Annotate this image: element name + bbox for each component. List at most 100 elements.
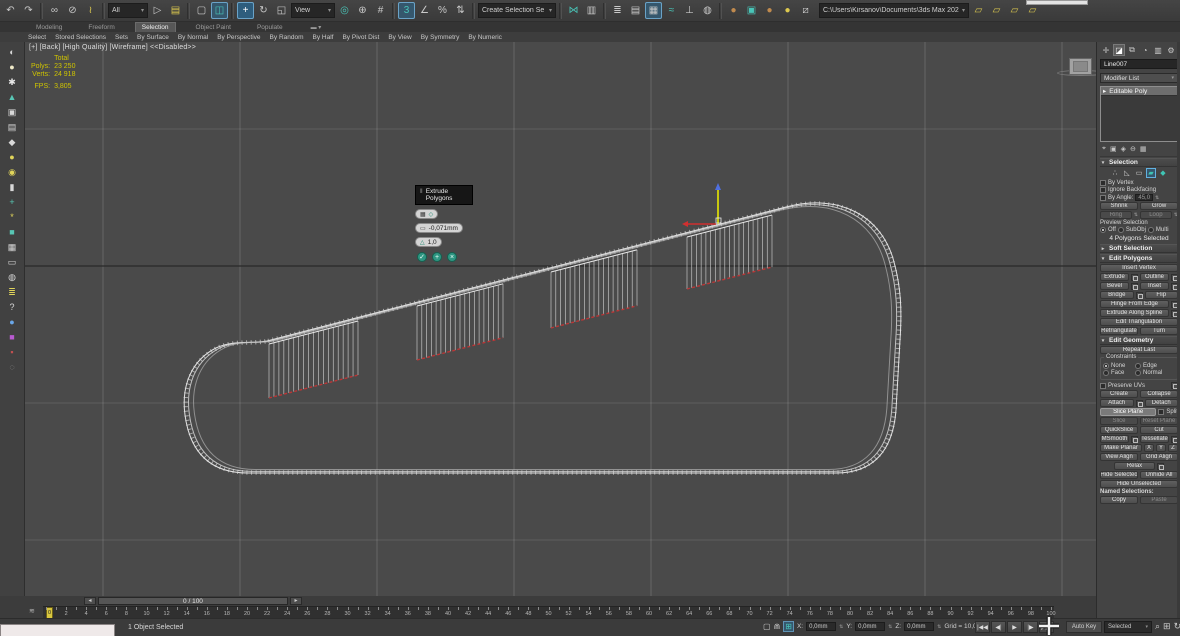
key-filter-dropdown[interactable]: Selected ▾ xyxy=(1104,621,1152,633)
Split-checkbox[interactable] xyxy=(1158,409,1164,415)
tab-modify[interactable]: ◪ xyxy=(1113,44,1125,56)
tessellate-button[interactable]: Tessellate xyxy=(1140,435,1169,443)
zoom-extents-icon[interactable]: ⊞ xyxy=(1163,621,1171,632)
align-button[interactable]: ▥ xyxy=(583,2,600,19)
go-to-start-button[interactable]: |◀◀ xyxy=(975,621,990,633)
ribbon-item-by-random[interactable]: By Random xyxy=(270,34,304,41)
ribbon-tab-selection[interactable]: Selection xyxy=(135,22,176,32)
ribbon-toggle-button[interactable]: ▦ xyxy=(645,2,662,19)
caddy-ok-button[interactable]: ✓ xyxy=(417,252,427,262)
rollout-selection[interactable]: ▾Selection xyxy=(1100,158,1178,167)
import-file-button[interactable]: ▱ xyxy=(970,2,987,19)
z-spinner[interactable]: ⇅ xyxy=(937,625,941,629)
constraint-none-radio[interactable] xyxy=(1103,363,1109,369)
rendered-frame-button[interactable]: ▣ xyxy=(743,2,760,19)
By Angle:-field[interactable]: 45,0 xyxy=(1135,194,1153,201)
caddy-amount-field[interactable]: △ 1,0 xyxy=(415,237,442,247)
render-iterative-button[interactable]: ● xyxy=(761,2,778,19)
grid-align-button[interactable]: Grid Align xyxy=(1140,453,1178,461)
scene-explorer-button[interactable]: ▤ xyxy=(627,2,644,19)
viewport-canvas[interactable] xyxy=(25,42,1096,596)
previous-frame-button[interactable]: ◂ xyxy=(84,597,96,605)
y-spinner[interactable]: ⇅ xyxy=(888,625,892,629)
unhide-all-button[interactable]: Unhide All xyxy=(1140,471,1178,479)
subobj-element[interactable]: ◆ xyxy=(1158,168,1168,178)
selection-lock-icon[interactable]: ⋒ xyxy=(774,622,781,631)
tab-motion[interactable]: ◔ xyxy=(1139,44,1151,56)
bind-to-space-warp-button[interactable]: ≀ xyxy=(82,2,99,19)
play-button[interactable]: ▶ xyxy=(1007,621,1022,633)
ribbon-item-by-pivot-dist[interactable]: By Pivot Dist xyxy=(342,34,379,41)
ribbon-tab-modeling[interactable]: Modeling xyxy=(30,23,68,32)
ribbon-item-stored-selections[interactable]: Stored Selections xyxy=(55,34,106,41)
x-spinner[interactable]: ⇅ xyxy=(839,625,843,629)
caddy-title[interactable]: ‖ Extrude Polygons xyxy=(415,185,473,205)
help-icon[interactable]: ? xyxy=(4,300,20,314)
ribbon-item-by-surface[interactable]: By Surface xyxy=(137,34,169,41)
tab-hierarchy[interactable]: ⧉ xyxy=(1126,44,1138,56)
relax-button[interactable]: Relax xyxy=(1114,462,1155,470)
subobj-vertex[interactable]: ∴ xyxy=(1110,168,1120,178)
ribbon-item-by-normal[interactable]: By Normal xyxy=(178,34,208,41)
red-tool-icon[interactable]: ▪ xyxy=(4,345,20,359)
modifier-stack[interactable]: ▸Editable Poly xyxy=(1100,86,1178,142)
outline-button[interactable]: Outline xyxy=(1140,273,1169,281)
x-button[interactable]: X xyxy=(1144,444,1154,452)
subobj-edge[interactable]: ◺ xyxy=(1122,168,1132,178)
select-and-scale-button[interactable]: ◱ xyxy=(273,2,290,19)
make-planar-button[interactable]: Make Planar xyxy=(1100,444,1142,452)
viewcube-face[interactable] xyxy=(1069,58,1092,75)
hide-unselected-button[interactable]: Hide Unselected xyxy=(1100,480,1178,488)
By Vertex-checkbox[interactable] xyxy=(1100,180,1106,186)
bridge-button[interactable]: Bridge xyxy=(1100,291,1134,299)
extrude-along-spline-button[interactable]: Extrude Along Spline xyxy=(1100,309,1169,317)
caddy-apply-button[interactable]: + xyxy=(432,252,442,262)
angle-snap-button[interactable]: ∠ xyxy=(416,2,433,19)
mirror-button[interactable]: ⋈ xyxy=(565,2,582,19)
Off-radio[interactable] xyxy=(1100,227,1106,233)
msmooth-button[interactable]: MSmooth xyxy=(1100,435,1129,443)
zoom-icon[interactable]: ⌕ xyxy=(1155,621,1160,632)
orbit-icon[interactable]: ↻ xyxy=(1174,621,1180,632)
SubObj-radio[interactable] xyxy=(1118,227,1124,233)
settings-box-button[interactable] xyxy=(1131,274,1138,281)
time-slider[interactable]: 0 / 100 xyxy=(98,597,288,605)
ribbon-tab-object-paint[interactable]: Object Paint xyxy=(190,23,237,32)
ribbon-item-by-view[interactable]: By View xyxy=(388,34,411,41)
box-icon[interactable]: ■ xyxy=(4,225,20,239)
monitor-icon[interactable]: ■ xyxy=(4,330,20,344)
ribbon-minimize-button[interactable]: ▬ ▾ xyxy=(311,24,322,31)
grid-object-icon[interactable]: ▦ xyxy=(4,240,20,254)
reference-coordinate-dropdown[interactable]: View▾ xyxy=(291,3,335,18)
cone-icon[interactable]: ◆ xyxy=(4,135,20,149)
blue-sphere-icon[interactable]: ● xyxy=(4,315,20,329)
modifier-stack-item[interactable]: ▸Editable Poly xyxy=(1101,87,1177,96)
viewport[interactable]: [+] [Back] [High Quality] [Wireframe] <<… xyxy=(25,42,1096,596)
unlink-selection-button[interactable]: ⊘ xyxy=(64,2,81,19)
modifier-list-dropdown[interactable]: Modifier List ▾ xyxy=(1100,73,1178,83)
y-button[interactable]: Y xyxy=(1156,444,1166,452)
select-and-move-button[interactable]: + xyxy=(237,2,254,19)
Preserve UVs-checkbox[interactable] xyxy=(1100,383,1106,389)
undo-button[interactable]: ↶ xyxy=(2,2,19,19)
caddy-drag-handle[interactable]: ‖ xyxy=(420,188,423,202)
object-name-field[interactable]: Line007 xyxy=(1100,59,1178,69)
stack-tool-3[interactable]: ◈ xyxy=(1121,145,1126,153)
Multi-radio[interactable] xyxy=(1148,227,1154,233)
maxscript-mini-listener[interactable] xyxy=(0,624,115,636)
caddy-cancel-button[interactable]: × xyxy=(447,252,457,262)
go-to-end-button[interactable]: ▶▶| xyxy=(1039,621,1054,633)
render-elements-button[interactable]: ⧄ xyxy=(797,2,814,19)
extra-tool-icon[interactable]: ◌ xyxy=(4,360,20,374)
material-editor-button[interactable]: ◍ xyxy=(699,2,716,19)
insert-vertex-button[interactable]: Insert Vertex xyxy=(1100,264,1178,272)
settings-box-button[interactable] xyxy=(1131,283,1138,290)
spinner-icon[interactable]: ⇅ xyxy=(1134,213,1138,217)
caddy-group-selector[interactable]: ▦ ◇ xyxy=(415,209,438,219)
ribbon-item-by-perspective[interactable]: By Perspective xyxy=(217,34,260,41)
selection-filter-dropdown[interactable]: All▾ xyxy=(108,3,148,18)
z-coordinate-field[interactable]: 0,0mm xyxy=(904,622,934,631)
ribbon-tab-populate[interactable]: Populate xyxy=(251,23,289,32)
stack-tool-1[interactable]: ⌖ xyxy=(1102,145,1106,153)
cut-button[interactable]: Cut xyxy=(1140,426,1178,434)
